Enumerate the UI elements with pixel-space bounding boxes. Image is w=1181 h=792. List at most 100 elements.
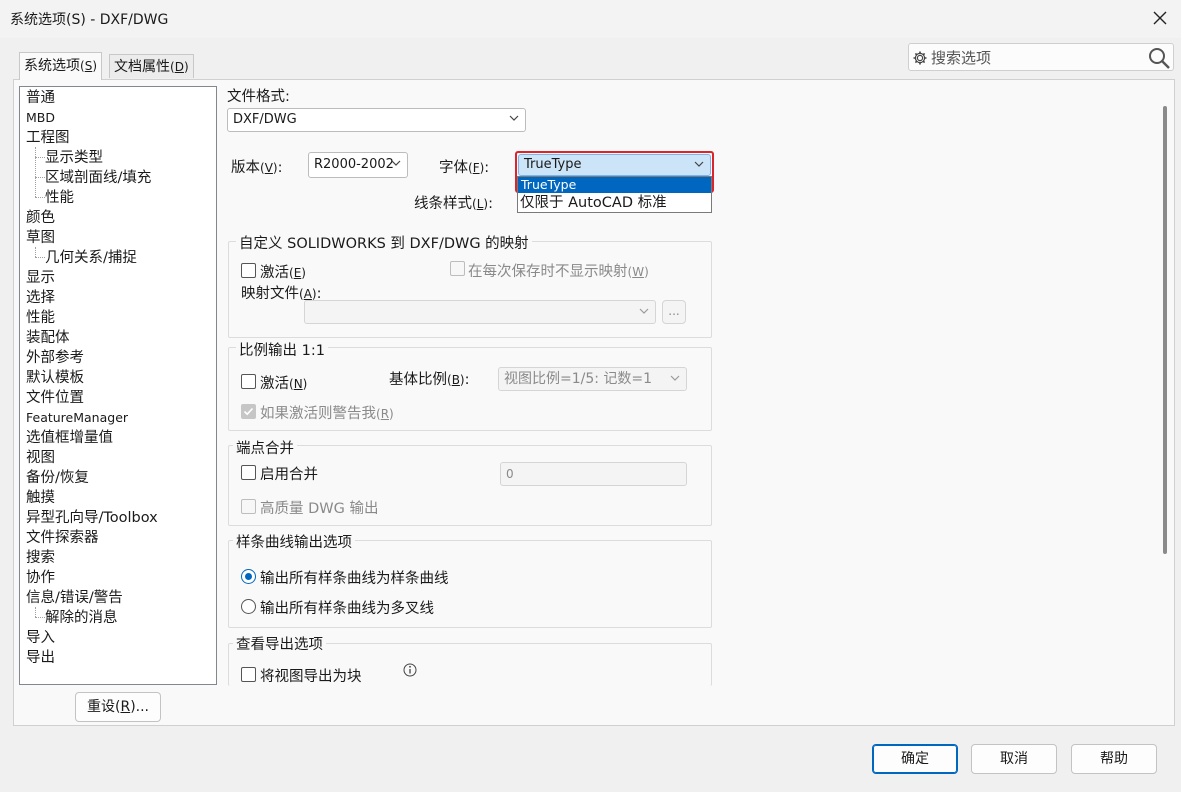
options-tree[interactable]: 普通 MBD 工程图 显示类型 区域剖面线/填充 性能 颜色 草图 几何关系/捕捉 显示 选择 性能装… <box>19 86 217 685</box>
tree-connector <box>35 177 45 178</box>
hq-dwg-checkbox[interactable] <box>241 499 256 514</box>
tree-item[interactable]: 普通 <box>26 88 55 108</box>
tree-connector <box>35 607 36 617</box>
tree-item[interactable]: 草图 <box>26 228 55 248</box>
tree-item[interactable]: 文件位置 <box>26 388 84 408</box>
map-file-hotkey: A <box>303 287 312 301</box>
merge-group-title: 端点合并 <box>233 437 297 458</box>
no-show-mapping-checkbox[interactable] <box>450 261 465 276</box>
tree-item[interactable]: FeatureManager <box>26 408 128 428</box>
scale-activate-hotkey: N <box>293 377 303 391</box>
version-select[interactable]: R2000-2002 <box>308 152 408 178</box>
tree-item[interactable]: 信息/错误/警告 <box>26 588 123 608</box>
file-format-select[interactable]: DXF/DWG <box>227 108 526 132</box>
font-option-autocad[interactable]: 仅限于 AutoCAD 标准 <box>518 194 711 212</box>
tree-item[interactable]: 触摸 <box>26 488 55 508</box>
tree-connector <box>35 257 45 258</box>
ok-button[interactable]: 确定 <box>872 744 958 774</box>
font-select[interactable]: TrueType <box>518 154 711 176</box>
tab-label: 文档属性 <box>114 59 170 75</box>
gear-icon[interactable] <box>912 50 928 66</box>
clip-mask <box>222 686 1162 724</box>
warn-label: 如果激活则警告我(R) <box>260 406 394 422</box>
tab-system-options[interactable]: 系统选项(S) <box>19 52 102 80</box>
tree-item[interactable]: 显示 <box>26 268 55 288</box>
map-file-browse-button[interactable]: ... <box>662 300 686 324</box>
help-button[interactable]: 帮助 <box>1071 744 1157 774</box>
tree-item[interactable]: 显示类型 <box>45 148 103 168</box>
tree-item[interactable]: MBD <box>26 108 55 128</box>
tree-item[interactable]: 视图 <box>26 448 55 468</box>
tree-item[interactable]: 默认模板 <box>26 368 84 388</box>
tree-item[interactable]: 文件探索器 <box>26 528 99 548</box>
scale-activate-checkbox[interactable] <box>241 374 256 389</box>
info-icon[interactable] <box>403 663 417 677</box>
chevron-down-icon <box>694 161 704 167</box>
base-scale-label-text: 基体比例 <box>389 372 447 388</box>
tree-item[interactable]: 几何关系/捕捉 <box>45 248 137 268</box>
close-icon <box>1153 11 1167 25</box>
base-scale-hotkey: B <box>451 373 460 387</box>
line-style-hotkey: L <box>476 197 484 211</box>
version-label: 版本(V): <box>231 160 283 176</box>
tree-item[interactable]: 区域剖面线/填充 <box>45 168 151 188</box>
tree-item[interactable]: 协作 <box>26 568 55 588</box>
scrollbar-thumb[interactable] <box>1163 106 1167 554</box>
reset-button[interactable]: 重设(R)... <box>75 692 161 722</box>
scale-activate-label: 激活(N) <box>260 376 308 392</box>
enable-merge-label: 启用合并 <box>260 467 318 483</box>
tree-item[interactable]: 搜索 <box>26 548 55 568</box>
tree-item[interactable]: 选择 <box>26 288 55 308</box>
base-scale-value: 视图比例=1/5: 记数=1 <box>504 371 653 387</box>
warn-checkbox[interactable] <box>241 404 256 419</box>
title-bar: 系统选项(S) - DXF/DWG <box>0 0 1181 38</box>
export-block-label: 将视图导出为块 <box>260 669 362 685</box>
tree-connector <box>35 247 36 257</box>
tree-item[interactable]: 性能 <box>45 188 74 208</box>
search-input[interactable]: 搜索选项 <box>931 47 991 68</box>
cancel-button[interactable]: 取消 <box>971 744 1057 774</box>
tree-item[interactable]: 性能 <box>26 308 55 328</box>
spline-as-spline-radio[interactable] <box>241 569 256 584</box>
tree-item[interactable]: 外部参考 <box>26 348 84 368</box>
base-scale-select[interactable]: 视图比例=1/5: 记数=1 <box>498 367 687 391</box>
tab-document-properties[interactable]: 文档属性(D) <box>109 54 194 78</box>
search-icon[interactable] <box>1147 46 1171 70</box>
file-format-value: DXF/DWG <box>233 112 297 127</box>
reset-label: 重设 <box>86 699 115 715</box>
warn-text: 如果激活则警告我 <box>260 406 376 422</box>
tree-item[interactable]: 解除的消息 <box>45 608 118 628</box>
chevron-down-icon <box>509 115 519 121</box>
close-button[interactable] <box>1146 4 1174 32</box>
scale-group-title: 比例输出 1:1 <box>236 339 328 360</box>
tree-item[interactable]: 异型孔向导/Toolbox <box>26 508 158 528</box>
line-style-label-text: 线条样式 <box>414 196 472 212</box>
export-block-checkbox[interactable] <box>241 667 256 682</box>
tree-item[interactable]: 颜色 <box>26 208 55 228</box>
view-export-group-title: 查看导出选项 <box>233 633 326 654</box>
font-option-truetype[interactable]: TrueType <box>518 177 711 193</box>
tree-connector <box>35 197 45 198</box>
merge-distance-input[interactable]: 0 <box>500 462 687 486</box>
mapping-activate-checkbox[interactable] <box>241 263 256 278</box>
tab-hotkey: D <box>174 60 184 74</box>
enable-merge-checkbox[interactable] <box>241 465 256 480</box>
checkmark-icon <box>243 407 254 416</box>
tree-item[interactable]: 备份/恢复 <box>26 468 89 488</box>
no-show-mapping-label: 在每次保存时不显示映射(W) <box>468 264 649 280</box>
tree-item[interactable]: 选值框增量值 <box>26 428 113 448</box>
spline-group-title: 样条曲线输出选项 <box>233 531 355 552</box>
spline-as-polyline-radio[interactable] <box>241 599 256 614</box>
search-box[interactable]: 搜索选项 <box>908 43 1174 71</box>
chevron-down-icon <box>391 160 401 166</box>
hq-dwg-label: 高质量 DWG 输出 <box>260 501 379 517</box>
tree-item[interactable]: 导入 <box>26 628 55 648</box>
tab-hotkey: S <box>84 59 93 73</box>
font-dropdown-list: TrueType 仅限于 AutoCAD 标准 <box>517 176 712 213</box>
tree-item[interactable]: 导出 <box>26 648 55 668</box>
map-file-select[interactable] <box>304 300 656 324</box>
version-value: R2000-2002 <box>314 157 394 172</box>
tree-connector <box>35 157 45 158</box>
tree-item[interactable]: 工程图 <box>26 128 70 148</box>
tree-item[interactable]: 装配体 <box>26 328 70 348</box>
